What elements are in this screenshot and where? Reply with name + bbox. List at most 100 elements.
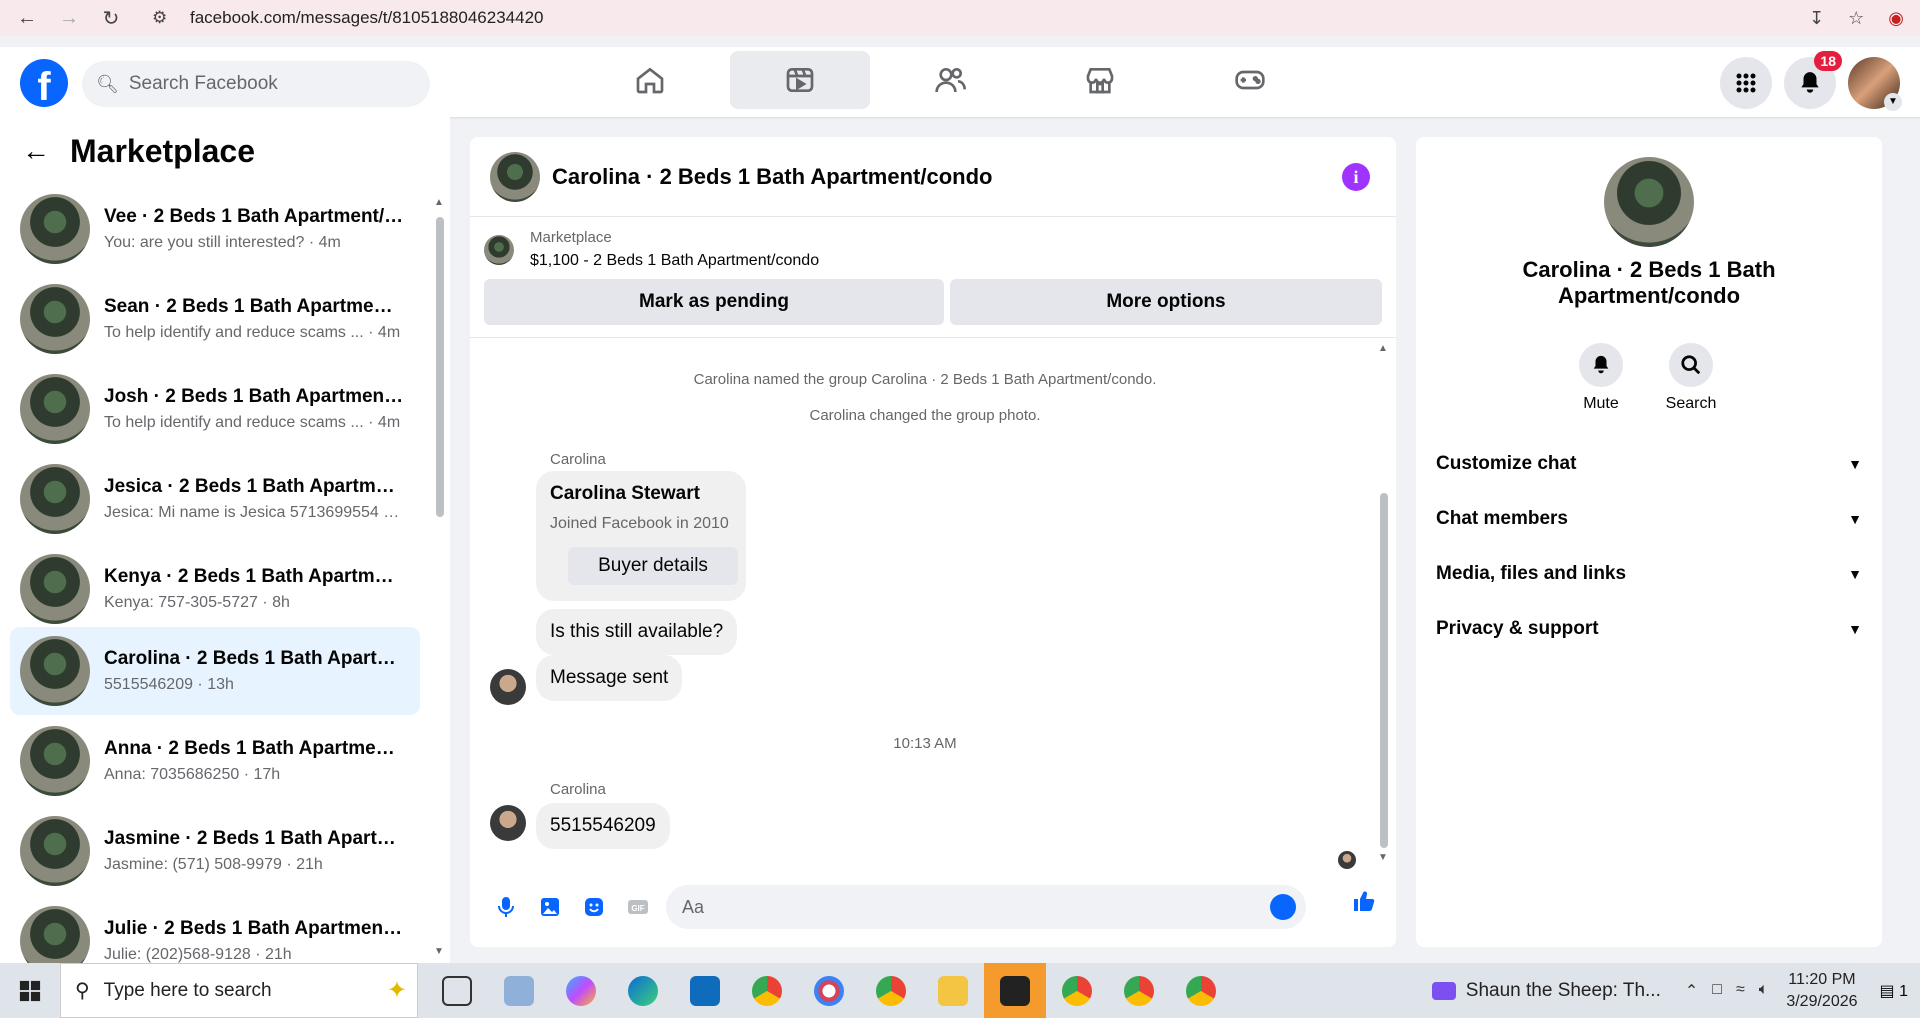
photo-button[interactable] [528, 885, 572, 929]
meet-icon[interactable]: □ [1712, 981, 1722, 1001]
chevron-down-icon: ▼ [1848, 566, 1862, 582]
taskbar-app[interactable] [1046, 963, 1108, 1018]
taskbar-app[interactable] [922, 963, 984, 1018]
conversation-item-active[interactable]: Carolina · 2 Beds 1 Bath Apartment/condo… [10, 627, 420, 715]
reload-icon[interactable]: ↻ [96, 3, 126, 33]
account-avatar[interactable]: ▼ [1848, 57, 1902, 111]
sparkle-icon: ✦ [386, 977, 407, 1004]
taskbar-app[interactable] [612, 963, 674, 1018]
conversation-item[interactable]: Anna · 2 Beds 1 Bath Apartment/condo Anna… [10, 717, 420, 805]
tab-marketplace[interactable] [1030, 51, 1170, 109]
conversation-item[interactable]: Kenya · 2 Beds 1 Bath Apartment/condo Ken… [10, 545, 420, 633]
chrome-icon [876, 975, 906, 1006]
taskbar-app[interactable] [1170, 963, 1232, 1018]
facebook-logo[interactable]: f [20, 59, 68, 107]
conversation-item[interactable]: Josh · 2 Beds 1 Bath Apartment/condo To h… [10, 365, 420, 453]
message-bubble[interactable]: Is this still available? [536, 609, 738, 655]
chevron-up-icon[interactable]: ⌃ [1685, 981, 1698, 1001]
mute-button[interactable]: Mute [1566, 343, 1636, 413]
conversation-title: Vee · 2 Beds 1 Bath Apartment/condo [104, 206, 404, 227]
taskbar-app[interactable] [674, 963, 736, 1018]
like-button[interactable] [1352, 889, 1376, 918]
tab-home[interactable] [580, 51, 720, 109]
scroll-up-icon[interactable]: ▲ [1378, 343, 1388, 354]
conversation-item[interactable]: Jesica · 2 Beds 1 Bath Apartment/condo Je… [10, 455, 420, 543]
taskbar-app[interactable] [860, 963, 922, 1018]
media-widget[interactable]: Shaun the Sheep: Th... [1431, 980, 1661, 1002]
address-bar[interactable]: ⚙ facebook.com/messages/t/81051880462344… [152, 3, 1792, 33]
bell-icon [1801, 72, 1819, 93]
sidebar-scrollbar[interactable]: ▲ ▼ [434, 197, 446, 957]
profile-icon[interactable]: ◉ [1888, 8, 1904, 29]
search-conversation-button[interactable]: Search [1656, 343, 1726, 413]
scroll-down-icon[interactable]: ▼ [1378, 852, 1388, 863]
gif-button[interactable]: GIF [616, 885, 660, 929]
facebook-search[interactable]: 🔍︎ [82, 61, 430, 107]
message-input[interactable] [682, 896, 1242, 918]
task-view-button[interactable] [426, 963, 488, 1018]
sender-avatar[interactable] [490, 669, 526, 705]
chat-scrollbar[interactable]: ▲ ▼ [1378, 343, 1390, 863]
section-privacy-support[interactable]: Privacy & support ▼ [1436, 614, 1862, 644]
conversation-item[interactable]: Jasmine · 2 Beds 1 Bath Apartment/condo J… [10, 807, 420, 895]
chevron-down-icon: ▼ [1848, 621, 1862, 637]
section-chat-members[interactable]: Chat members ▼ [1436, 504, 1862, 534]
message-bubble[interactable]: 5515546209 [536, 803, 670, 849]
conversation-item[interactable]: Vee · 2 Beds 1 Bath Apartment/condo You: … [10, 185, 420, 273]
more-options-button[interactable]: More options [950, 279, 1382, 325]
chat-thumbnail[interactable] [490, 151, 540, 202]
section-media-files[interactable]: Media, files and links ▼ [1436, 559, 1862, 589]
chat-header: Carolina · 2 Beds 1 Bath Apartment/condo… [470, 137, 1396, 217]
message-input-box[interactable] [666, 885, 1306, 929]
tab-friends[interactable] [880, 51, 1020, 109]
sticky-notes-icon [1000, 975, 1030, 1006]
mark-pending-button[interactable]: Mark as pending [484, 279, 944, 325]
section-customize-chat[interactable]: Customize chat ▼ [1436, 449, 1862, 479]
taskbar-app[interactable] [736, 963, 798, 1018]
info-icon[interactable]: i [1342, 163, 1370, 191]
site-settings-icon[interactable]: ⚙ [152, 8, 174, 28]
scroll-up-icon[interactable]: ▲ [434, 197, 444, 208]
scroll-down-icon[interactable]: ▼ [434, 946, 444, 957]
taskbar-app[interactable] [1108, 963, 1170, 1018]
url-text: facebook.com/messages/t/8105188046234420 [190, 8, 544, 27]
tab-video[interactable] [730, 51, 870, 109]
buyer-card: Carolina Stewart Joined Facebook in 2010… [536, 471, 746, 601]
taskbar-search[interactable]: ⚲ Type here to search ✦ [60, 963, 418, 1018]
volume-muted-icon[interactable]: 🔈︎ [1759, 981, 1769, 1001]
clock[interactable]: 11:20 PM 3/29/2026 [1786, 969, 1857, 1013]
tab-gaming[interactable] [1180, 51, 1320, 109]
install-icon[interactable]: ↧ [1809, 8, 1824, 29]
listing-thumbnail [20, 906, 90, 963]
emoji-icon[interactable] [1270, 894, 1296, 920]
taskbar-app[interactable] [488, 963, 550, 1018]
buyer-details-button[interactable]: Buyer details [568, 547, 738, 585]
taskbar-app[interactable] [550, 963, 612, 1018]
taskbar-app-active[interactable] [984, 963, 1046, 1018]
conversation-title: Anna · 2 Beds 1 Bath Apartment/condo [104, 738, 404, 759]
mute-label: Mute [1583, 395, 1619, 412]
conversation-item[interactable]: Sean · 2 Beds 1 Bath Apartment/condo To h… [10, 275, 420, 363]
taskbar-app[interactable] [798, 963, 860, 1018]
menu-grid-button[interactable] [1720, 57, 1772, 109]
scrollbar-thumb[interactable] [436, 217, 444, 517]
message-bubble[interactable]: Message sent [536, 655, 683, 701]
scrollbar-thumb[interactable] [1380, 493, 1388, 848]
listing-label: Marketplace [530, 229, 612, 246]
sticker-button[interactable] [572, 885, 616, 929]
forward-arrow-icon[interactable]: → [54, 3, 84, 33]
notifications-button[interactable]: 18 [1784, 51, 1842, 109]
bookmark-star-icon[interactable]: ☆ [1848, 8, 1864, 29]
facebook-search-input[interactable] [128, 73, 409, 95]
windows-start-button[interactable] [0, 963, 60, 1018]
group-photo[interactable] [1604, 157, 1694, 247]
sender-avatar[interactable] [490, 805, 526, 841]
back-arrow-icon[interactable]: ← [22, 135, 50, 167]
wifi-icon[interactable]: ≈ [1736, 981, 1745, 1001]
back-arrow-icon[interactable]: ← [12, 3, 42, 33]
voice-clip-button[interactable] [484, 885, 528, 929]
listing-summary[interactable]: Marketplace $1,100 - 2 Beds 1 Bath Apart… [484, 229, 819, 270]
chat-title[interactable]: Carolina · 2 Beds 1 Bath Apartment/condo [552, 164, 992, 190]
conversation-item[interactable]: Julie · 2 Beds 1 Bath Apartment/condo Jul… [10, 897, 420, 963]
notification-center-button[interactable]: ▤ 1 [1880, 981, 1908, 1001]
